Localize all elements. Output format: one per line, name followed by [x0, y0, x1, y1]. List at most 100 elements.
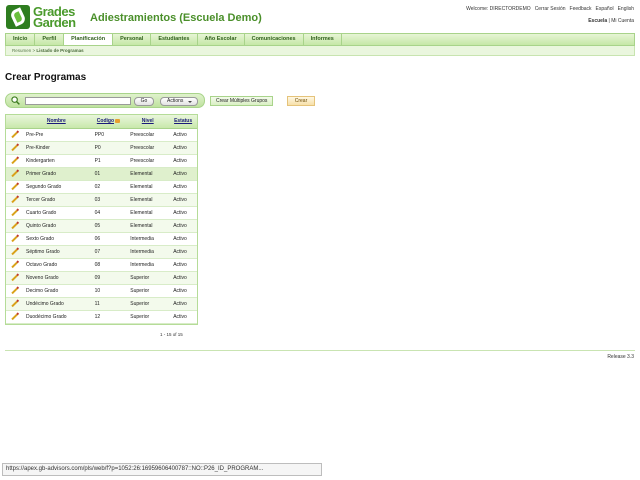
edit-row-link[interactable]	[6, 284, 22, 298]
tab-comunicaciones[interactable]: Comunicaciones	[245, 34, 304, 45]
english-link[interactable]: English	[618, 6, 634, 12]
table-row: Duodécimo Grado 12 Superior Activo	[6, 310, 197, 324]
tab-ano-escolar[interactable]: Año Escolar	[198, 34, 245, 45]
cell-nivel: Intermedia	[126, 245, 170, 259]
cell-codigo: 04	[90, 206, 127, 220]
cell-estatus: Activo	[169, 167, 197, 181]
pagination-info: 1 - 15 of 15	[160, 332, 183, 337]
cell-nivel: Superior	[126, 297, 170, 311]
pencil-edit-icon	[10, 196, 18, 203]
create-button[interactable]: Crear	[287, 96, 315, 106]
go-button[interactable]: Go	[134, 97, 154, 106]
tab-informes[interactable]: Informes	[304, 34, 342, 45]
cell-estatus: Activo	[169, 206, 197, 220]
chevron-down-icon	[188, 101, 192, 103]
cell-estatus: Activo	[169, 232, 197, 246]
edit-row-link[interactable]	[6, 297, 22, 311]
edit-row-link[interactable]	[6, 271, 22, 285]
edit-row-link[interactable]	[6, 258, 22, 272]
table-row: Sexto Grado 06 Intermedia Activo	[6, 232, 197, 246]
app-title: Adiestramientos (Escuela Demo)	[90, 12, 262, 24]
col-estatus[interactable]: Estatus	[169, 115, 197, 129]
cell-codigo: 11	[90, 297, 127, 311]
page: Grades Garden Adiestramientos (Escuela D…	[0, 0, 640, 480]
cell-codigo: 08	[90, 258, 127, 272]
cell-nombre: Segundo Grado	[22, 180, 91, 194]
cell-nivel: Superior	[126, 310, 170, 324]
cell-nombre: Tercer Grado	[22, 193, 91, 207]
search-bar: Go Actions	[5, 93, 205, 108]
tab-personal[interactable]: Personal	[113, 34, 152, 45]
pencil-edit-icon	[10, 300, 18, 307]
edit-row-link[interactable]	[6, 310, 22, 324]
tab-inicio[interactable]: Inicio	[6, 34, 36, 45]
cell-codigo: 09	[90, 271, 127, 285]
spanish-link[interactable]: Español	[596, 6, 614, 12]
cell-nivel: Elemental	[126, 219, 170, 233]
cell-estatus: Activo	[169, 271, 197, 285]
create-multiple-groups-button[interactable]: Crear Múltiples Grupos	[210, 96, 274, 106]
edit-row-link[interactable]	[6, 232, 22, 246]
cell-codigo: 12	[90, 310, 127, 324]
edit-row-link[interactable]	[6, 167, 22, 181]
edit-row-link[interactable]	[6, 154, 22, 168]
edit-row-link[interactable]	[6, 206, 22, 220]
cell-nombre: Noveno Grado	[22, 271, 91, 285]
cell-estatus: Activo	[169, 245, 197, 259]
cell-nombre: Pre-Kinder	[22, 141, 91, 155]
search-icon[interactable]	[11, 96, 20, 105]
cell-nivel: Superior	[126, 284, 170, 298]
cell-nivel: Preescolar	[126, 154, 170, 168]
edit-row-link[interactable]	[6, 180, 22, 194]
cell-nombre: Sexto Grado	[22, 232, 91, 246]
grades-garden-logo[interactable]: Grades Garden	[6, 5, 76, 29]
scope-my-account-link[interactable]: Mi Cuenta	[611, 18, 634, 24]
edit-row-link[interactable]	[6, 193, 22, 207]
cell-estatus: Activo	[169, 193, 197, 207]
breadcrumb-resumen[interactable]: Resumen	[12, 48, 31, 53]
tab-estudiantes[interactable]: Estudiantes	[151, 34, 198, 45]
cell-codigo: 01	[90, 167, 127, 181]
edit-row-link[interactable]	[6, 128, 22, 142]
release-version: Release 3.3	[607, 354, 634, 360]
search-input[interactable]	[25, 97, 131, 105]
cell-nombre: Kindergarten	[22, 154, 91, 168]
edit-row-link[interactable]	[6, 141, 22, 155]
cell-nivel: Elemental	[126, 206, 170, 220]
cell-nivel: Intermedia	[126, 258, 170, 272]
cell-nivel: Elemental	[126, 180, 170, 194]
cell-nombre: Decimo Grado	[22, 284, 91, 298]
col-nombre[interactable]: Nombre	[22, 115, 91, 129]
edit-column-header	[6, 115, 22, 129]
table-row: Cuarto Grado 04 Elemental Activo	[6, 206, 197, 220]
col-codigo[interactable]: Codigo	[90, 115, 127, 129]
table-row: Primer Grado 01 Elemental Activo	[6, 167, 197, 181]
cell-estatus: Activo	[169, 141, 197, 155]
pencil-edit-icon	[10, 313, 18, 320]
logout-link[interactable]: Cerrar Sesión	[535, 6, 566, 12]
pencil-edit-icon	[10, 170, 18, 177]
page-title: Crear Programas	[5, 72, 87, 83]
col-nivel[interactable]: Nivel	[126, 115, 170, 129]
actions-menu-button[interactable]: Actions	[160, 97, 198, 106]
cell-nivel: Superior	[126, 271, 170, 285]
edit-row-link[interactable]	[6, 245, 22, 259]
pencil-edit-icon	[10, 144, 18, 151]
table-row: Tercer Grado 03 Elemental Activo	[6, 193, 197, 207]
pencil-edit-icon	[10, 157, 18, 164]
cell-nombre: Pre-Pre	[22, 128, 91, 142]
tab-perfil[interactable]: Perfil	[35, 34, 65, 45]
logo-text-line2: Garden	[33, 15, 76, 30]
cell-codigo: 03	[90, 193, 127, 207]
top-links: Welcome: DIRECTORDEMO Cerrar Sesión Feed…	[466, 6, 634, 12]
feedback-link[interactable]: Feedback	[570, 6, 592, 12]
cell-nombre: Cuarto Grado	[22, 206, 91, 220]
cell-codigo: P1	[90, 154, 127, 168]
pencil-edit-icon	[10, 235, 18, 242]
table-row: Pre-Pre PP0 Preescolar Activo	[6, 128, 197, 142]
leaf-logo-icon	[6, 5, 30, 29]
table-header-row: Nombre Codigo Nivel Estatus	[6, 115, 197, 129]
scope-school-link[interactable]: Escuela	[588, 18, 607, 24]
tab-planificacion[interactable]: Planificación	[64, 34, 114, 45]
edit-row-link[interactable]	[6, 219, 22, 233]
